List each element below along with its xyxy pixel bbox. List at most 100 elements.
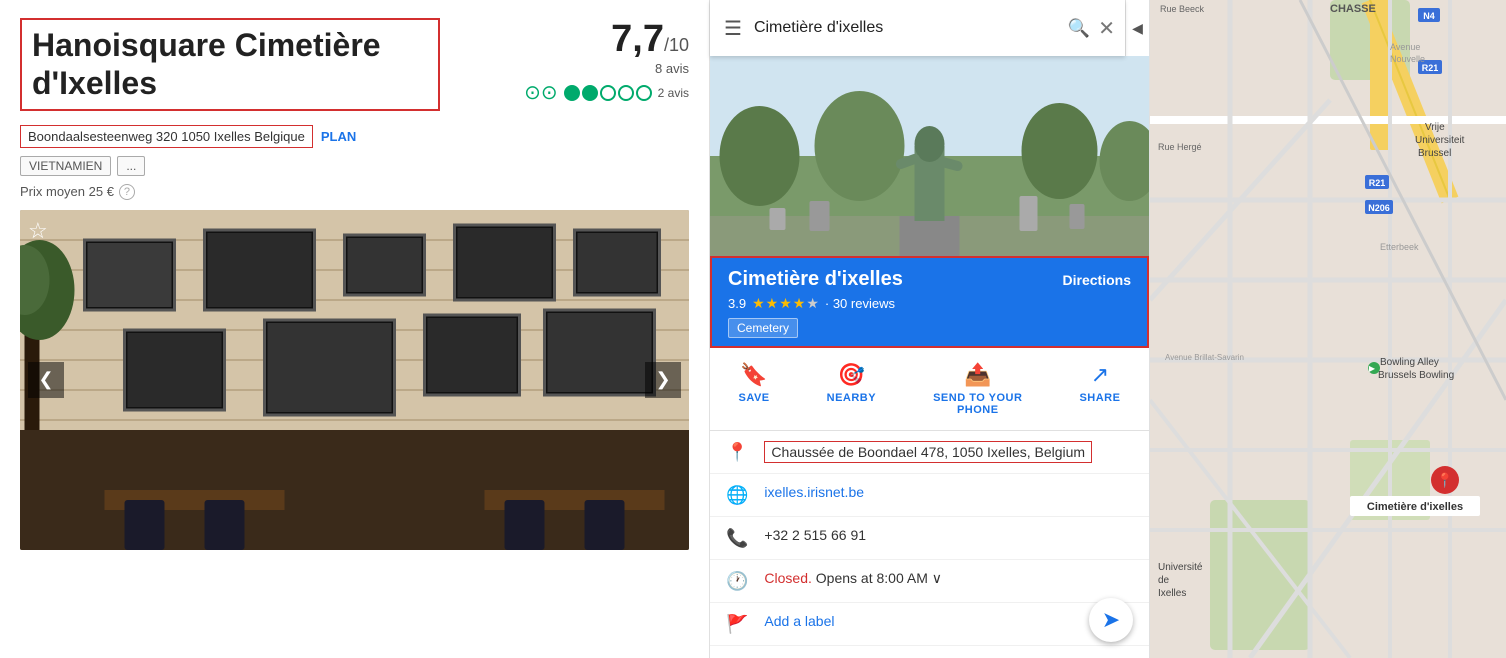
ta-circles (564, 85, 652, 101)
flag-icon: 🚩 (726, 614, 748, 635)
opens-at: Opens at 8:00 AM (816, 570, 928, 586)
share-icon: ↗ (1091, 362, 1109, 388)
cemetery-tag-button[interactable]: Cemetery (728, 318, 798, 338)
place-info-bar: Cimetière d'ixelles 3.9 ★ ★ ★ ★ ★ · 30 r… (710, 256, 1149, 348)
score-area: 7,7/10 8 avis ⊙⊙ 2 avis (524, 18, 689, 105)
address-row: Boondaalsesteenweg 320 1050 Ixelles Belg… (20, 125, 689, 148)
ta-circle-2 (582, 85, 598, 101)
gmap-close-icon[interactable]: ✕ (1098, 16, 1115, 41)
tag-more[interactable]: ... (117, 156, 145, 176)
directions-button[interactable]: ➤ (1089, 598, 1133, 642)
address-full: Chaussée de Boondael 478, 1050 Ixelles, … (764, 441, 1092, 463)
save-label: SAVE (739, 392, 770, 404)
svg-text:CHASSE: CHASSE (1330, 3, 1376, 15)
rating-number: 3.9 (728, 296, 746, 311)
svg-text:Rue Beeck: Rue Beeck (1160, 4, 1205, 14)
map-background: N4 R21 R21 N206 Rue Beeck CHASSE Avenue … (1150, 0, 1506, 658)
location-pin-icon: 📍 (726, 442, 748, 463)
score-avis: 8 avis (524, 61, 689, 76)
svg-text:Rue Hergé: Rue Hergé (1158, 142, 1202, 152)
suggest-edit-button[interactable]: SUGGEST AN EDIT (710, 646, 1149, 658)
address-info-row: 📍 Chaussée de Boondael 478, 1050 Ixelles… (710, 431, 1149, 474)
send-phone-icon: 📤 (964, 362, 991, 388)
svg-text:R21: R21 (1369, 178, 1386, 188)
map-panel: N4 R21 R21 N206 Rue Beeck CHASSE Avenue … (1150, 0, 1506, 658)
svg-text:Vrije: Vrije (1425, 122, 1445, 133)
closed-label: Closed. (764, 570, 811, 586)
phone-number: +32 2 515 66 91 (764, 527, 866, 543)
hamburger-menu-icon[interactable]: ☰ (720, 12, 746, 45)
save-button[interactable]: 🔖 SAVE (739, 362, 770, 416)
svg-text:Ixelles: Ixelles (1158, 588, 1186, 599)
prev-image-button[interactable]: ❮ (28, 362, 64, 398)
svg-text:Cimetière d'ixelles: Cimetière d'ixelles (1367, 501, 1463, 513)
reviews-count: · 30 reviews (825, 296, 895, 311)
svg-text:Université: Université (1158, 562, 1203, 573)
send-to-phone-button[interactable]: 📤 SEND TO YOURPHONE (933, 362, 1022, 416)
nearby-button[interactable]: 🎯 NEARBY (827, 362, 876, 416)
help-icon[interactable]: ? (119, 184, 135, 200)
svg-text:N4: N4 (1423, 11, 1435, 21)
directions-label: Directions (1063, 272, 1131, 288)
left-panel: Hanoisquare Cimetière d'Ixelles 7,7/10 8… (0, 0, 710, 658)
star-4: ★ (793, 295, 806, 312)
google-maps-panel: ☰ 🔍 ✕ ◀ (710, 0, 1150, 658)
hotel-title: Hanoisquare Cimetière d'Ixelles (20, 18, 440, 111)
label-info-row: 🚩 Add a label (710, 603, 1149, 646)
wall-bg (20, 210, 689, 550)
website-link[interactable]: ixelles.irisnet.be (764, 484, 864, 500)
tag-vietnamien[interactable]: VIETNAMIEN (20, 156, 111, 176)
svg-text:Nouvelle: Nouvelle (1390, 54, 1425, 64)
star-3: ★ (779, 295, 792, 312)
svg-text:Etterbeek: Etterbeek (1380, 242, 1419, 252)
map-svg[interactable]: N4 R21 R21 N206 Rue Beeck CHASSE Avenue … (1150, 0, 1506, 658)
svg-text:de: de (1158, 575, 1170, 586)
collapse-panel-button[interactable]: ◀ (1125, 0, 1149, 56)
ta-circle-1 (564, 85, 580, 101)
ta-circle-3 (600, 85, 616, 101)
ta-avis: 2 avis (658, 86, 689, 100)
nearby-label: NEARBY (827, 392, 876, 404)
svg-text:▶: ▶ (1369, 364, 1376, 373)
svg-text:Bowling Alley: Bowling Alley (1380, 357, 1439, 368)
svg-text:📍: 📍 (1436, 472, 1453, 489)
svg-text:Avenue: Avenue (1390, 42, 1420, 52)
prix-row: Prix moyen 25 € ? (20, 184, 689, 200)
score-out-of: /10 (664, 35, 689, 55)
phone-icon: 📞 (726, 528, 748, 549)
globe-icon: 🌐 (726, 485, 748, 506)
star-5: ★ (806, 295, 819, 312)
favorite-star-icon[interactable]: ☆ (28, 218, 48, 244)
star-1: ★ (752, 295, 765, 312)
next-image-button[interactable]: ❯ (645, 362, 681, 398)
star-2: ★ (766, 295, 779, 312)
phone-info-row: 📞 +32 2 515 66 91 (710, 517, 1149, 560)
action-row: 🔖 SAVE 🎯 NEARBY 📤 SEND TO YOURPHONE ↗ SH… (710, 348, 1149, 431)
clock-icon: 🕐 (726, 571, 748, 592)
website-info-row: 🌐 ixelles.irisnet.be (710, 474, 1149, 517)
hours-info-row: 🕐 Closed. Opens at 8:00 AM ∨ (710, 560, 1149, 603)
cemetery-photo (710, 56, 1149, 256)
svg-text:Brussel: Brussel (1418, 148, 1451, 159)
restaurant-image: ☆ ❮ ❯ (20, 210, 689, 550)
tripadvisor-row: ⊙⊙ 2 avis (524, 80, 689, 105)
share-label: SHARE (1079, 392, 1120, 404)
add-label-link[interactable]: Add a label (764, 613, 834, 629)
svg-text:N206: N206 (1368, 203, 1390, 213)
tags-row: VIETNAMIEN ... (20, 156, 689, 176)
place-title-row: Cimetière d'ixelles 3.9 ★ ★ ★ ★ ★ · 30 r… (728, 268, 1131, 338)
nearby-icon: 🎯 (838, 362, 865, 388)
directions-arrow-icon: ➤ (1102, 607, 1120, 633)
plan-link[interactable]: PLAN (321, 129, 356, 144)
place-title: Cimetière d'ixelles (728, 268, 903, 291)
svg-text:Universiteit: Universiteit (1415, 135, 1465, 146)
share-button[interactable]: ↗ SHARE (1079, 362, 1120, 416)
tripadvisor-logo: ⊙⊙ (524, 80, 558, 105)
gmap-search-icon[interactable]: 🔍 (1068, 18, 1090, 39)
ta-circle-5 (636, 85, 652, 101)
svg-text:Avenue Brillat-Savarin: Avenue Brillat-Savarin (1165, 353, 1244, 362)
chevron-down-icon[interactable]: ∨ (932, 570, 942, 586)
svg-text:R21: R21 (1422, 63, 1439, 73)
svg-text:Brussels Bowling: Brussels Bowling (1378, 370, 1454, 381)
gmap-search-input[interactable] (754, 19, 1060, 37)
